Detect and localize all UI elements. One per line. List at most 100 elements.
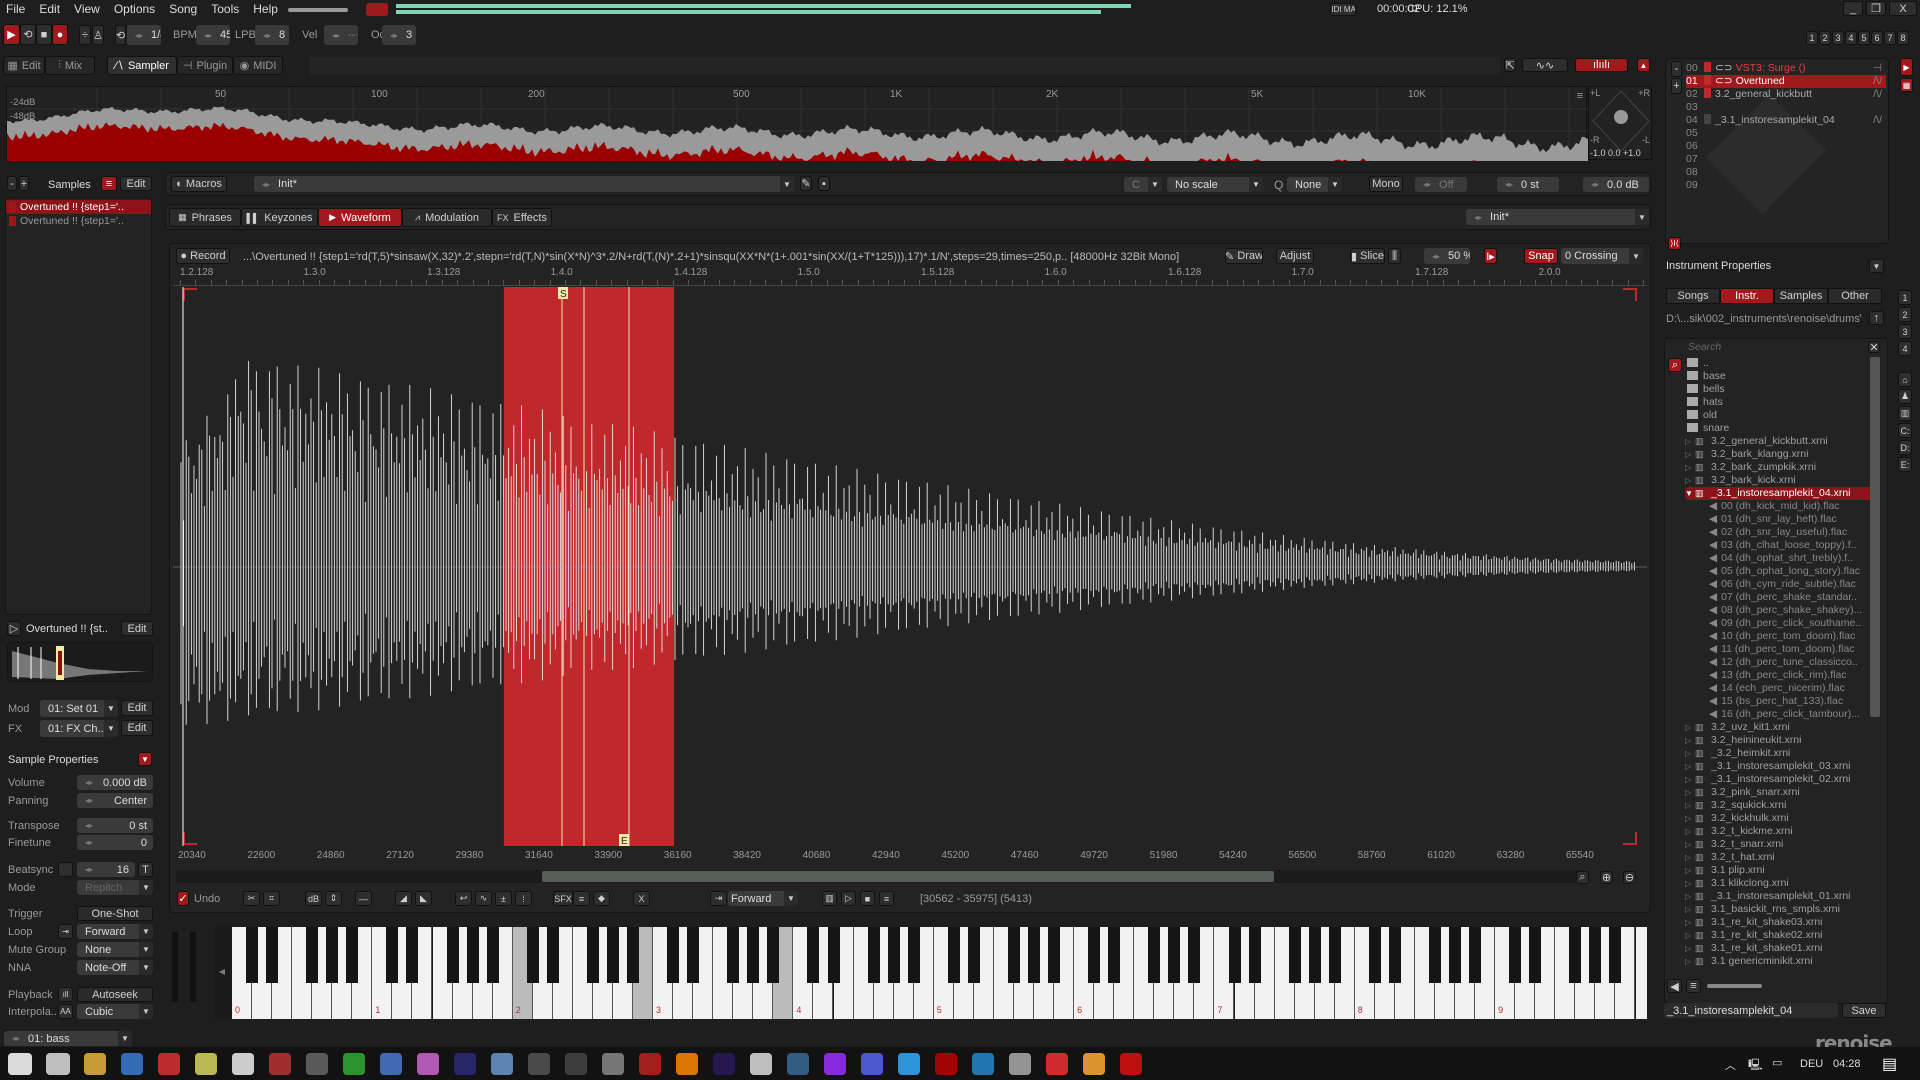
instrument-row[interactable]: 06 — [1686, 140, 1886, 153]
black-key[interactable] — [1509, 927, 1522, 983]
sample-file-item[interactable]: ◀ 03 (dh_clhat_loose_toppy).f.. — [1685, 539, 1875, 552]
editor-tab-waveform[interactable]: ▶ Waveform — [318, 208, 402, 227]
black-key[interactable] — [667, 927, 680, 983]
add-instrument-button[interactable]: + — [1671, 78, 1682, 94]
menu-button[interactable]: ≡ — [879, 891, 894, 906]
lpb-field[interactable]: ◂▸ 8 — [255, 25, 289, 45]
save-preset-button[interactable]: ▪ — [818, 176, 830, 191]
black-key[interactable] — [947, 927, 960, 983]
editor-preset-select[interactable]: ◂▸ Init* ▼ — [1466, 209, 1649, 225]
prop-playback-button[interactable]: Autoseek — [77, 987, 153, 1002]
search-input[interactable]: Search — [1688, 341, 1868, 355]
black-key[interactable] — [1529, 927, 1542, 983]
draw-button[interactable]: ✎ Draw — [1225, 248, 1263, 264]
record-button[interactable]: ● — [52, 24, 68, 45]
battery-icon[interactable]: ▭ — [1772, 1056, 1782, 1069]
black-key[interactable] — [1569, 927, 1582, 983]
file-item[interactable]: ▷ ▥ 3.1_re_kit_shake01.xrni — [1685, 942, 1875, 955]
sample-file-item[interactable]: ◀ 05 (dh_ophat_long_story).flac — [1685, 565, 1875, 578]
browser-tab-samples[interactable]: Samples — [1774, 288, 1828, 304]
track-select[interactable]: ◂▸ 01: bass ▼ — [4, 1031, 132, 1046]
black-key[interactable] — [306, 927, 319, 983]
black-key[interactable] — [386, 927, 399, 983]
metronome-button[interactable]: ♙ — [92, 25, 104, 45]
sample-file-item[interactable]: ◀ 12 (dh_perc_tune_classicco.. — [1685, 656, 1875, 669]
preview-sound-button[interactable]: ◀ — [1667, 979, 1682, 993]
document-icon[interactable] — [232, 1053, 254, 1075]
vivaldi-icon[interactable] — [158, 1053, 180, 1075]
black-key[interactable] — [586, 927, 599, 983]
layout-preset-2[interactable]: 2 — [1898, 307, 1912, 322]
black-key[interactable] — [887, 927, 900, 983]
fx-edit-button[interactable]: Edit — [121, 720, 153, 736]
black-key[interactable] — [1589, 927, 1602, 983]
color-picker-icon[interactable] — [417, 1053, 439, 1075]
record-sample-button[interactable]: ● Record — [176, 248, 230, 264]
slice-detect-button[interactable]: ⫼ — [1388, 248, 1401, 264]
renoise-icon[interactable] — [269, 1053, 291, 1075]
preview-volume-slider[interactable] — [1707, 984, 1762, 988]
instrument-row[interactable]: 07 — [1686, 153, 1886, 166]
audio-tool-icon[interactable] — [306, 1053, 328, 1075]
app-icon[interactable] — [824, 1053, 846, 1075]
instrument-preset-select[interactable]: ◂▸ Init* ▼ — [254, 176, 794, 192]
black-key[interactable] — [266, 927, 279, 983]
black-key[interactable] — [867, 927, 880, 983]
dc-offset-button[interactable]: ∿ — [475, 891, 492, 906]
menu-view[interactable]: View — [74, 2, 100, 18]
black-key[interactable] — [1368, 927, 1381, 983]
app-icon[interactable] — [639, 1053, 661, 1075]
editor-tab-keyzones[interactable]: ▌▌ Keyzones — [241, 208, 318, 227]
instrument-properties-dropdown[interactable]: ▼ — [1869, 259, 1884, 273]
scrollbar-thumb[interactable] — [542, 871, 1274, 882]
process-menu-button[interactable]: ≡ — [573, 891, 590, 906]
file-item[interactable]: ▷ ▥ 3.2_t_snarr.xrni — [1685, 838, 1875, 851]
file-item[interactable]: ▷ ▥ 3.1_re_kit_shake02.xrni — [1685, 929, 1875, 942]
home-button[interactable]: ⌂ — [1898, 372, 1912, 387]
follow-button[interactable]: ⟲ — [115, 25, 126, 45]
black-key[interactable] — [687, 927, 700, 983]
instrument-row[interactable]: 04 _3.1_instoresamplekit_04 /\/ — [1686, 114, 1886, 127]
editor-tab-modulation[interactable]: ⩘ Modulation — [402, 208, 492, 227]
keyboard-button[interactable]: ▥ — [822, 891, 837, 906]
app-icon[interactable] — [972, 1053, 994, 1075]
black-key[interactable] — [546, 927, 559, 983]
file-item[interactable]: ▷ ▥ 3.1 plip.xrni — [1685, 864, 1875, 877]
black-key[interactable] — [1168, 927, 1181, 983]
sample-file-item[interactable]: ◀ 01 (dh_snr_lay_heft).flac — [1685, 513, 1875, 526]
file-item[interactable]: ▷ ▥ 3.2_t_kickme.xrni — [1685, 825, 1875, 838]
cut-button[interactable]: ✂ — [243, 891, 260, 906]
black-key[interactable] — [1228, 927, 1241, 983]
sample-file-item[interactable]: ◀ 16 (dh_perc_click_tambour)... — [1685, 708, 1875, 721]
black-key[interactable] — [1028, 927, 1040, 983]
prop-finetune-field[interactable]: ◂▸ 0 — [77, 835, 153, 850]
monitor-icon[interactable] — [1009, 1053, 1031, 1075]
prop-mute-group-select[interactable]: None ▼ — [77, 942, 153, 957]
sublime-icon[interactable] — [1083, 1053, 1105, 1075]
sample-properties-collapse-button[interactable]: ▼ — [138, 752, 152, 766]
black-key[interactable] — [246, 927, 259, 983]
black-key[interactable] — [1188, 927, 1201, 983]
black-key[interactable] — [346, 927, 359, 983]
pattern-step-field[interactable]: ◂▸1/4 — [127, 25, 161, 45]
global-volume-field[interactable]: ◂▸ 0.0 dB — [1583, 177, 1649, 192]
stop-button[interactable]: ■ — [36, 24, 52, 45]
expand-right-button[interactable]: ▶ — [1900, 58, 1913, 76]
track-button-4[interactable]: 4 — [1845, 31, 1857, 45]
search-clear-button[interactable]: ✕ — [1868, 341, 1880, 353]
black-key[interactable] — [406, 927, 419, 983]
keyboard-scroll-left[interactable]: ◀ — [214, 927, 230, 1019]
snap-button[interactable]: Snap — [1524, 248, 1558, 264]
black-key[interactable] — [1288, 927, 1301, 983]
prop-loop-select[interactable]: Forward ▼ — [77, 924, 153, 939]
zoom-in-button[interactable]: ⊕ — [1600, 871, 1613, 884]
folder-item[interactable]: base — [1685, 370, 1875, 383]
list-view-button[interactable]: ≡ — [1686, 979, 1701, 993]
zoom-out-button[interactable]: ⊖ — [1623, 871, 1636, 884]
file-item[interactable]: ▷ ▥ _3.2_heimkit.xrni — [1685, 747, 1875, 760]
detach-button[interactable]: ⇱ — [1504, 58, 1516, 72]
folder-item[interactable]: old — [1685, 409, 1875, 422]
normalize-button[interactable]: dB — [305, 891, 322, 906]
file-item[interactable]: ▷ ▥ _3.1_instoresamplekit_02.xrni — [1685, 773, 1875, 786]
taskbar-clock[interactable]: 04:28 — [1833, 1058, 1861, 1070]
